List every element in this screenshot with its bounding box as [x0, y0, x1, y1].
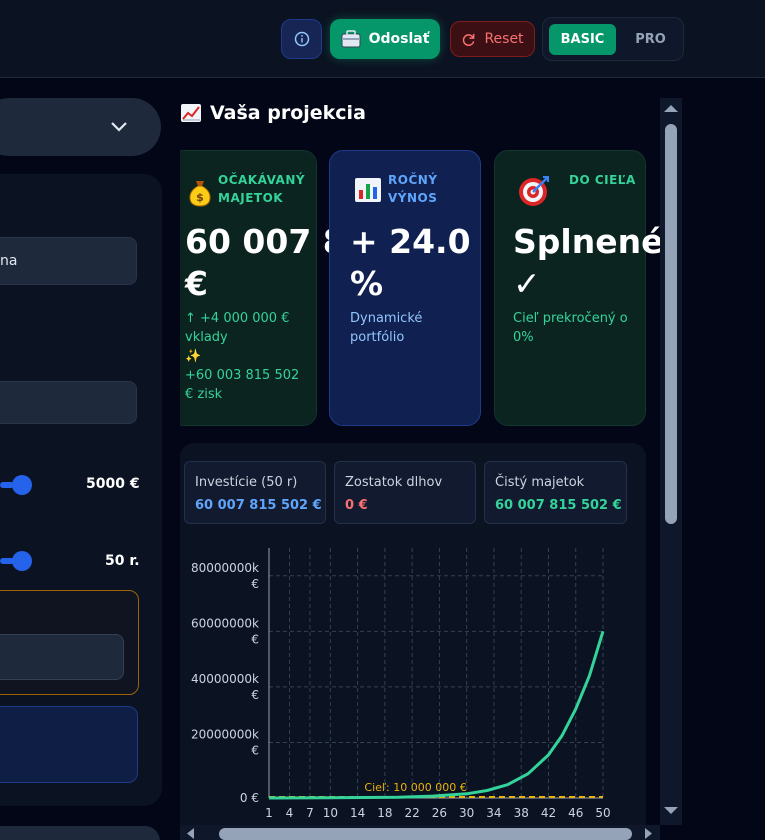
- bar-chart-icon: [355, 178, 381, 202]
- scroll-up-icon[interactable]: [663, 103, 679, 113]
- y-tick-label: 60000000k: [191, 616, 259, 630]
- scroll-down-icon[interactable]: [663, 806, 679, 816]
- slider-value: 50 r.: [105, 553, 140, 569]
- slider-value: 5000 €: [86, 476, 140, 492]
- x-tick-label: 38: [514, 806, 529, 820]
- refresh-icon: [463, 33, 475, 46]
- svg-text:$: $: [196, 191, 204, 204]
- info-button[interactable]: [281, 19, 322, 59]
- reset-button[interactable]: Reset: [450, 21, 535, 57]
- text-field-value: na: [0, 253, 18, 269]
- stat-label: Zostatok dlhov: [345, 475, 443, 490]
- card-label: ROČNÝ: [388, 173, 438, 187]
- stat-value: 0 €: [345, 498, 368, 513]
- y-tick-label: €: [251, 688, 259, 702]
- horizontal-scroll-thumb[interactable]: [219, 828, 632, 840]
- card-sub: € zisk: [185, 387, 223, 402]
- mode-switch: BASIC PRO: [542, 17, 684, 61]
- card-value-check: ✓: [513, 264, 541, 303]
- money-bag-icon: $: [189, 181, 211, 207]
- section-title: Vaša projekcia: [180, 102, 366, 124]
- projection-section: Vaša projekcia $ OČAKÁVANÝ MAJETOK 60 00…: [180, 98, 660, 828]
- card-sub: ↑ +4 000 000 €: [185, 311, 290, 326]
- card-value: Splnené!: [513, 222, 660, 261]
- card-label: MAJETOK: [218, 191, 284, 205]
- info-box: [0, 706, 138, 783]
- y-tick-label: 0 €: [240, 791, 259, 805]
- mode-basic-button[interactable]: BASIC: [549, 24, 616, 55]
- card-sub: ✨: [185, 349, 202, 364]
- left-bottom-pill[interactable]: [0, 826, 160, 840]
- x-tick-label: 7: [306, 806, 314, 820]
- info-icon: [294, 31, 309, 47]
- x-tick-label: 22: [405, 806, 420, 820]
- card-sub: +60 003 815 502: [185, 368, 300, 383]
- stat-label: Čistý majetok: [495, 475, 585, 490]
- card-sub: Cieľ prekročený o: [513, 311, 628, 326]
- vertical-scroll-thumb[interactable]: [665, 124, 677, 524]
- card-label: OČAKÁVANÝ: [218, 173, 306, 187]
- x-tick-label: 30: [459, 806, 474, 820]
- left-dropdown[interactable]: [0, 98, 161, 156]
- goal-card: DO CIEĽA Splnené! ✓ Cieľ prekročený o 0%: [494, 150, 660, 426]
- chart-up-icon: [181, 104, 201, 122]
- annual-return-card: ROČNÝ VÝNOS + 24.0 % Dynamické portfólio: [329, 150, 481, 426]
- stat-net-worth: Čistý majetok 60 007 815 502 €: [484, 461, 627, 524]
- x-tick-label: 10: [323, 806, 338, 820]
- card-label: VÝNOS: [388, 191, 438, 205]
- text-field[interactable]: [0, 237, 137, 285]
- slider-handle[interactable]: [12, 551, 32, 571]
- card-value-unit: €: [185, 264, 208, 303]
- x-tick-label: 50: [595, 806, 610, 820]
- send-label: Odoslať: [368, 31, 430, 47]
- mode-pro-button[interactable]: PRO: [623, 24, 678, 55]
- input-field[interactable]: [0, 381, 137, 424]
- chevron-down-icon[interactable]: [108, 118, 130, 136]
- x-tick-label: 18: [377, 806, 392, 820]
- y-tick-label: 40000000k: [191, 672, 259, 686]
- x-tick-label: 1: [265, 806, 273, 820]
- y-tick-label: €: [251, 743, 259, 757]
- y-tick-label: €: [251, 577, 259, 591]
- briefcase-icon: [341, 30, 361, 48]
- expected-wealth-card: $ OČAKÁVANÝ MAJETOK 60 007 815 502 € ↑ +…: [180, 150, 472, 426]
- stat-investments: Investície (50 r) 60 007 815 502 €: [184, 461, 326, 524]
- x-tick-label: 4: [286, 806, 294, 820]
- stat-value: 60 007 815 502 €: [495, 498, 622, 513]
- wealth-chart: 0 € 20000000k €40000000k €60000000k €8000000…: [191, 548, 611, 820]
- x-tick-label: 46: [568, 806, 583, 820]
- x-tick-label: 14: [350, 806, 365, 820]
- y-tick-label: €: [251, 632, 259, 646]
- send-button[interactable]: Odoslať: [330, 19, 440, 59]
- y-tick-label: 80000000k: [191, 561, 259, 575]
- stat-label: Investície (50 r): [195, 475, 298, 490]
- x-tick-label: 26: [432, 806, 447, 820]
- section-title-text: Vaša projekcia: [210, 102, 366, 124]
- goal-label: Cieľ: 10 000 000 €: [364, 781, 466, 794]
- wealth-line: [268, 630, 605, 800]
- x-tick-label: 34: [486, 806, 501, 820]
- card-sub: 0%: [513, 330, 534, 345]
- y-tick-label: 20000000k: [191, 727, 259, 741]
- card-sub: portfólio: [350, 330, 405, 345]
- reset-label: Reset: [484, 31, 524, 47]
- card-label: DO CIEĽA: [569, 173, 636, 187]
- scroll-left-icon[interactable]: [185, 827, 195, 840]
- goal-input[interactable]: [0, 634, 124, 680]
- card-sub: vklady: [185, 330, 228, 345]
- chart-panel: Investície (50 r) 60 007 815 502 € Zosta…: [180, 443, 646, 828]
- scroll-right-icon[interactable]: [644, 827, 654, 840]
- x-tick-label: 42: [541, 806, 556, 820]
- card-value-unit: %: [350, 264, 384, 303]
- target-icon: [519, 176, 549, 206]
- slider-handle[interactable]: [12, 475, 32, 495]
- card-value: + 24.0: [350, 222, 471, 261]
- card-sub: Dynamické: [350, 311, 423, 326]
- stat-debts: Zostatok dlhov 0 €: [334, 461, 476, 524]
- stat-value: 60 007 815 502 €: [195, 498, 322, 513]
